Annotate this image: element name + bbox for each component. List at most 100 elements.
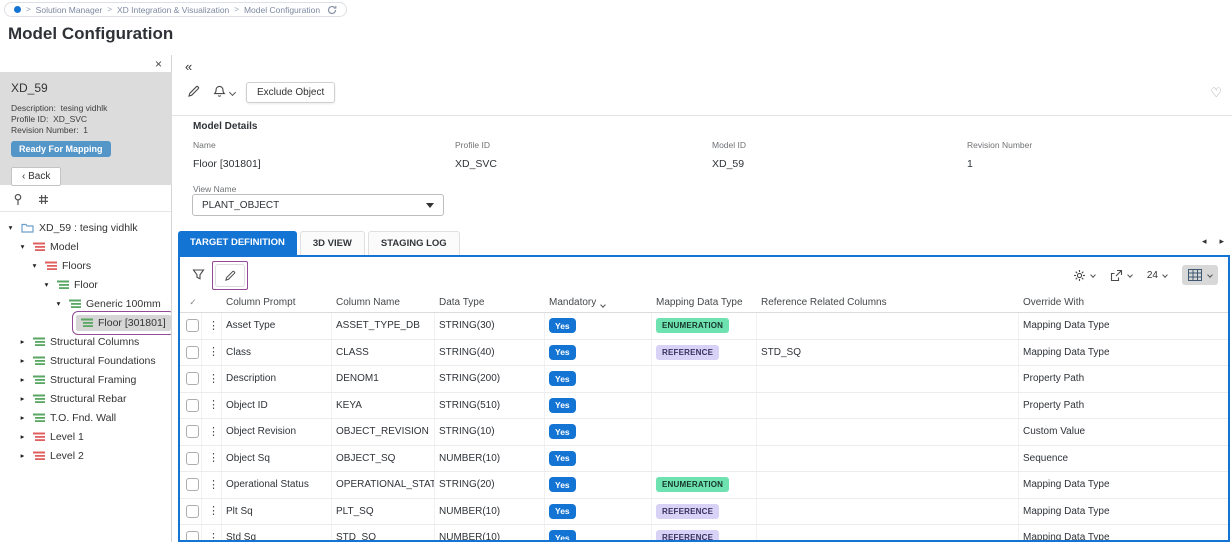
- tree-item[interactable]: ▸Level 1: [0, 427, 171, 446]
- filter-icon[interactable]: [192, 268, 205, 281]
- close-icon[interactable]: ×: [155, 57, 162, 71]
- chevron-right-icon[interactable]: ▸: [17, 375, 28, 384]
- kebab-menu-icon[interactable]: ⋮: [208, 427, 219, 437]
- kebab-menu-icon[interactable]: ⋮: [208, 374, 219, 384]
- page-size-selector[interactable]: 24: [1147, 270, 1167, 281]
- chevron-right-icon[interactable]: ▸: [17, 394, 28, 403]
- tree-item[interactable]: ▾Floor: [0, 275, 171, 294]
- page-title: Model Configuration: [8, 24, 173, 44]
- view-mode-selector[interactable]: [1182, 265, 1218, 285]
- row-checkbox[interactable]: [186, 531, 199, 542]
- kebab-menu-icon[interactable]: ⋮: [208, 480, 219, 490]
- mapping-data-type-badge: ENUMERATION: [656, 477, 729, 492]
- breadcrumb-item-xd-integration[interactable]: XD Integration & Visualization: [117, 5, 229, 15]
- chevron-down-icon[interactable]: [230, 90, 235, 95]
- collapse-panel-icon[interactable]: «: [185, 59, 192, 74]
- chevron-down-icon[interactable]: ▾: [53, 299, 64, 308]
- table-view-icon: [1188, 269, 1202, 281]
- tab-staging-log[interactable]: STAGING LOG: [368, 231, 460, 255]
- back-button[interactable]: ‹ Back: [11, 167, 61, 186]
- kebab-menu-icon[interactable]: ⋮: [208, 347, 219, 357]
- tab-scroll-left-icon[interactable]: ◂: [1202, 236, 1207, 247]
- kebab-menu-icon[interactable]: ⋮: [208, 453, 219, 463]
- chevron-right-icon[interactable]: ▸: [17, 337, 28, 346]
- cell-column-prompt: Plt Sq: [222, 499, 332, 525]
- tree-item[interactable]: ▾Model: [0, 237, 171, 256]
- tab-target-definition[interactable]: TARGET DEFINITION: [178, 231, 297, 255]
- bell-icon[interactable]: [213, 85, 226, 98]
- tree-item[interactable]: ▸T.O. Fnd. Wall: [0, 408, 171, 427]
- kebab-menu-icon[interactable]: ⋮: [208, 321, 219, 331]
- tree-item-label: Generic 100mm: [86, 298, 161, 310]
- tree-item[interactable]: ▾XD_59 : tesing vidhlk: [0, 218, 171, 237]
- chevron-right-icon[interactable]: ▸: [17, 432, 28, 441]
- column-header-data-type[interactable]: Data Type: [435, 293, 545, 312]
- section-divider: [172, 115, 1232, 116]
- row-checkbox[interactable]: [186, 478, 199, 491]
- refresh-icon[interactable]: [327, 5, 337, 15]
- cell-reference-related-columns: [757, 525, 1019, 542]
- mapping-data-type-badge: REFERENCE: [656, 345, 719, 360]
- column-header-column-prompt[interactable]: Column Prompt: [222, 293, 332, 312]
- column-header-mandatory[interactable]: Mandatory: [545, 293, 652, 312]
- chevron-right-icon[interactable]: ▸: [17, 451, 28, 460]
- cell-mandatory: Yes: [545, 340, 652, 366]
- sort-chevron-icon: [600, 302, 606, 308]
- row-checkbox[interactable]: [186, 372, 199, 385]
- kebab-menu-icon[interactable]: ⋮: [208, 400, 219, 410]
- exclude-object-button[interactable]: Exclude Object: [246, 82, 335, 103]
- chevron-down-icon[interactable]: ▾: [5, 223, 16, 232]
- grid-hash-icon[interactable]: [38, 194, 49, 205]
- tree-item[interactable]: ▾Floors: [0, 256, 171, 275]
- export-menu[interactable]: [1110, 269, 1132, 282]
- row-checkbox[interactable]: [186, 505, 199, 518]
- tree-item[interactable]: Floor [301801]: [0, 313, 171, 332]
- tree-item-label: Floor [301801]: [98, 317, 166, 329]
- chevron-down-icon[interactable]: ▾: [41, 280, 52, 289]
- kebab-menu-icon[interactable]: ⋮: [208, 506, 219, 516]
- table-row: ⋮ Asset Type ASSET_TYPE_DB STRING(30) Ye…: [180, 313, 1228, 340]
- row-checkbox[interactable]: [186, 346, 199, 359]
- tree-item-label: Structural Columns: [50, 336, 139, 348]
- tree-item[interactable]: ▾ Generic 100mm: [0, 294, 171, 313]
- row-checkbox[interactable]: [186, 425, 199, 438]
- column-header-override-with[interactable]: Override With: [1019, 293, 1228, 312]
- view-name-select[interactable]: PLANT_OBJECT: [192, 194, 444, 216]
- row-checkbox[interactable]: [186, 452, 199, 465]
- category-list-icon: [33, 432, 45, 442]
- chevron-right-icon[interactable]: ▸: [17, 356, 28, 365]
- tree-item[interactable]: ▸Level 2: [0, 446, 171, 465]
- edit-rows-button[interactable]: [215, 264, 245, 287]
- select-all-check-icon[interactable]: ✓: [189, 297, 197, 308]
- kebab-menu-icon[interactable]: ⋮: [208, 533, 219, 542]
- breadcrumb-item-solution-manager[interactable]: Solution Manager: [36, 5, 103, 15]
- column-header-mapping-data-type[interactable]: Mapping Data Type: [652, 293, 757, 312]
- category-list-icon: [33, 375, 45, 385]
- field-value: 1: [967, 158, 1032, 170]
- tree-item[interactable]: ▸Structural Foundations: [0, 351, 171, 370]
- tab-3d-view[interactable]: 3D VIEW: [300, 231, 365, 255]
- chevron-down-icon[interactable]: ▾: [17, 242, 28, 251]
- heart-icon[interactable]: ♡: [1210, 85, 1222, 101]
- pencil-icon[interactable]: [187, 85, 200, 98]
- cell-mapping-data-type: REFERENCE: [652, 340, 757, 366]
- row-checkbox[interactable]: [186, 399, 199, 412]
- chevron-down-icon[interactable]: ▾: [29, 261, 40, 270]
- row-checkbox[interactable]: [186, 319, 199, 332]
- tree-item[interactable]: ▸Structural Framing: [0, 370, 171, 389]
- cell-reference-related-columns: [757, 393, 1019, 419]
- mandatory-badge: Yes: [549, 530, 576, 542]
- breadcrumb-item-model-configuration[interactable]: Model Configuration: [244, 5, 320, 15]
- pin-icon[interactable]: [13, 193, 23, 206]
- mapping-data-type-badge: REFERENCE: [656, 530, 719, 542]
- tab-scroll-right-icon[interactable]: ▸: [1219, 236, 1224, 247]
- field-label: Model ID: [712, 140, 746, 150]
- tree-item[interactable]: ▸ Structural Columns: [0, 332, 171, 351]
- tree-item[interactable]: ▸Structural Rebar: [0, 389, 171, 408]
- settings-menu[interactable]: [1073, 269, 1095, 282]
- table-toolbar: 24: [180, 257, 1228, 293]
- column-header-column-name[interactable]: Column Name: [332, 293, 435, 312]
- cell-mapping-data-type: [652, 419, 757, 445]
- chevron-right-icon[interactable]: ▸: [17, 413, 28, 422]
- column-header-reference-related-columns[interactable]: Reference Related Columns: [757, 293, 1019, 312]
